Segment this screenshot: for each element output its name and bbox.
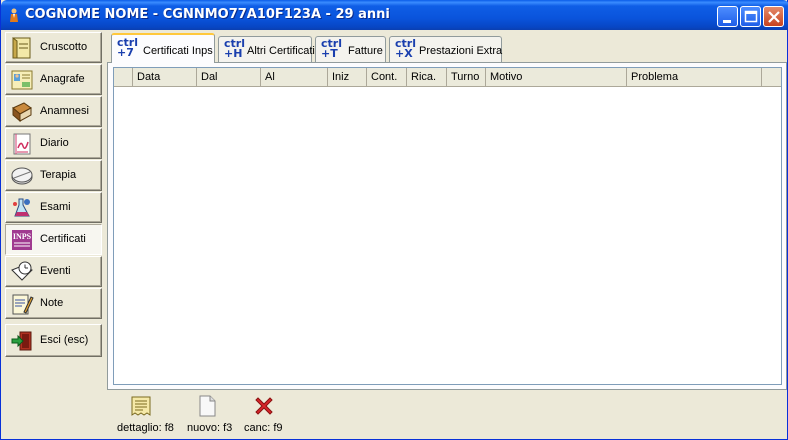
exit-label: Esci (esc) — [40, 334, 89, 346]
app-window: COGNOME NOME - CGNNMO77A10F123A - 29 ann… — [0, 0, 788, 440]
tab-prestazioni-extra[interactable]: ctrl +X Prestazioni Extra — [389, 36, 502, 62]
app-icon — [10, 8, 18, 22]
action-label: nuovo: f3 — [187, 422, 233, 434]
sidebar-item-esami[interactable]: Esami — [5, 192, 102, 223]
sidebar-item-label: Certificati — [40, 233, 86, 245]
tab-shortcut: ctrl +X — [395, 37, 416, 60]
sidebar-item-label: Diario — [40, 137, 69, 149]
tab-fatture[interactable]: ctrl +T Fatture — [315, 36, 386, 62]
sidebar-item-anagrafe[interactable]: Anagrafe — [5, 64, 102, 95]
close-icon — [768, 11, 780, 23]
column-header[interactable]: Cont. — [367, 68, 407, 86]
column-header[interactable]: Turno — [447, 68, 486, 86]
tab-shortcut: ctrl +H — [224, 37, 245, 60]
exit-button[interactable]: Esci (esc) — [5, 324, 102, 357]
tab-shortcut: ctrl +7 — [117, 36, 138, 59]
column-header[interactable]: Iniz — [328, 68, 367, 86]
header-filler — [762, 68, 781, 86]
tab-label: Prestazioni Extra — [419, 45, 503, 57]
sidebar-item-certificati[interactable]: INPS Certificati — [5, 224, 102, 255]
exit-icon — [11, 331, 32, 351]
flask-icon — [13, 198, 30, 217]
dashboard-icon — [12, 37, 31, 59]
sidebar-item-eventi[interactable]: Eventi — [5, 256, 102, 287]
maximize-icon — [744, 10, 758, 23]
sidebar-item-cruscotto[interactable]: Cruscotto — [5, 32, 102, 63]
sidebar-item-label: Terapia — [40, 169, 77, 181]
sidebar-item-label: Anagrafe — [40, 73, 85, 85]
detail-icon — [131, 396, 151, 416]
clock-book-icon — [11, 261, 33, 281]
close-button[interactable] — [763, 6, 784, 27]
new-document-icon — [199, 395, 216, 417]
sidebar-item-label: Eventi — [40, 265, 71, 277]
delete-icon — [255, 397, 273, 415]
window-title: COGNOME NOME - CGNNMO77A10F123A - 29 ann… — [25, 7, 390, 22]
pill-icon — [11, 167, 33, 185]
certificates-grid[interactable]: Data Dal Al Iniz Cont. Rica. Turno Motiv… — [113, 67, 782, 385]
svg-text:INPS: INPS — [13, 232, 32, 241]
minimize-icon — [723, 20, 731, 23]
id-card-icon — [11, 70, 33, 90]
sidebar-item-diario[interactable]: Diario — [5, 128, 102, 159]
row-selector-header — [114, 68, 133, 86]
sidebar-item-label: Cruscotto — [40, 41, 88, 53]
journal-icon — [13, 133, 31, 155]
book-icon — [12, 102, 32, 123]
column-header[interactable]: Rica. — [407, 68, 447, 86]
column-header[interactable]: Al — [261, 68, 328, 86]
tab-label: Fatture — [348, 45, 383, 57]
column-header[interactable]: Data — [133, 68, 197, 86]
column-header[interactable]: Motivo — [486, 68, 627, 86]
column-header[interactable]: Problema — [627, 68, 762, 86]
tab-altri-certificati[interactable]: ctrl +H Altri Certificati — [218, 36, 315, 62]
title-bar[interactable]: COGNOME NOME - CGNNMO77A10F123A - 29 ann… — [1, 0, 788, 30]
action-bar: dettaglio: f8 nuovo: f3 canc: f9 — [107, 392, 787, 438]
sidebar-item-terapia[interactable]: Terapia — [5, 160, 102, 191]
sidebar-item-label: Note — [40, 297, 64, 309]
notepad-icon — [12, 294, 34, 315]
grid-header: Data Dal Al Iniz Cont. Rica. Turno Motiv… — [114, 68, 781, 87]
tab-shortcut: ctrl +T — [321, 37, 342, 60]
tab-label: Certificati Inps — [143, 45, 213, 57]
tab-certificati-inps[interactable]: ctrl +7 Certificati Inps — [111, 33, 215, 63]
column-header[interactable]: Dal — [197, 68, 261, 86]
sidebar-item-anamnesi[interactable]: Anamnesi — [5, 96, 102, 127]
tab-label: Altri Certificati — [247, 45, 315, 57]
inps-icon: INPS — [12, 230, 32, 250]
action-label: canc: f9 — [244, 422, 283, 434]
sidebar-item-label: Esami — [40, 201, 71, 213]
sidebar-item-note[interactable]: Note — [5, 288, 102, 319]
sidebar-item-label: Anamnesi — [40, 105, 89, 117]
minimize-button[interactable] — [717, 6, 738, 27]
maximize-button[interactable] — [740, 6, 761, 27]
action-label: dettaglio: f8 — [117, 422, 174, 434]
